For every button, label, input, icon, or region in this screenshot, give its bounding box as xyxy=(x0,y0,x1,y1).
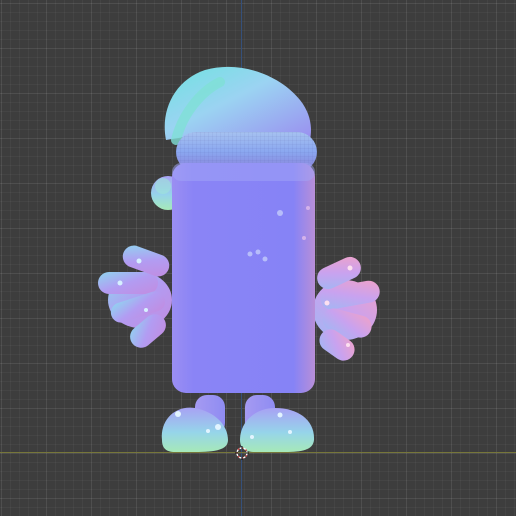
santa-hat xyxy=(164,66,311,140)
right-hand xyxy=(313,256,380,361)
3d-viewport[interactable] xyxy=(0,0,516,516)
left-hand xyxy=(98,245,172,348)
character-model[interactable] xyxy=(0,0,516,516)
3d-cursor-icon[interactable] xyxy=(235,446,249,460)
body xyxy=(172,163,315,393)
